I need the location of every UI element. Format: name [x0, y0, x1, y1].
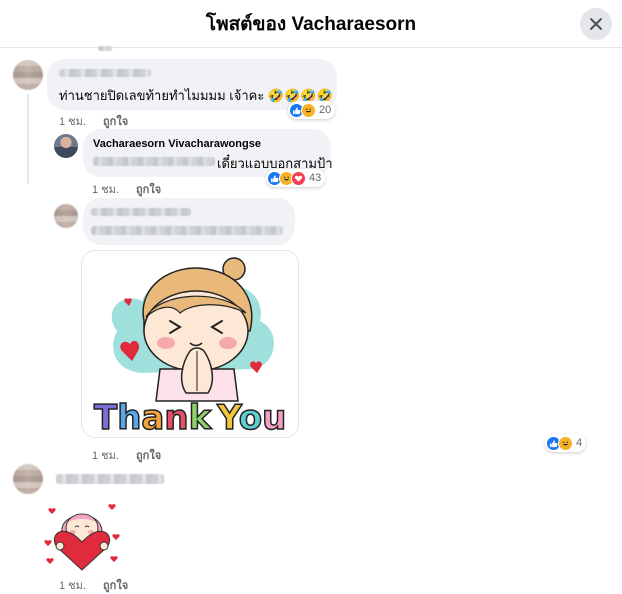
avatar[interactable]: [13, 60, 43, 90]
reaction-count: 43: [309, 172, 322, 184]
reaction-summary[interactable]: 43: [266, 169, 326, 187]
reaction-count: 20: [319, 104, 332, 116]
like-link[interactable]: ถูกใจ: [103, 116, 128, 128]
comment-meta: 1 ชม. ถูกใจ: [59, 112, 142, 130]
comment-author-redacted[interactable]: [56, 474, 164, 484]
comment-timestamp[interactable]: 1 ชม.: [59, 116, 86, 128]
comment-meta: 1 ชม. ถูกใจ: [59, 576, 142, 594]
mentioned-name-redacted[interactable]: [93, 157, 215, 166]
reaction-summary[interactable]: 20: [288, 101, 336, 119]
haha-reaction-icon: [558, 435, 573, 451]
sticker-text: Thank You: [94, 398, 286, 438]
cropped-previous-content: [98, 46, 112, 51]
reaction-count: 4: [576, 437, 583, 449]
like-link[interactable]: ถูกใจ: [136, 450, 161, 462]
comment-author[interactable]: Vacharaesorn Vivacharawongse: [93, 138, 261, 150]
love-reaction-icon: [291, 170, 306, 186]
comment-author-redacted[interactable]: [59, 69, 151, 77]
haha-reaction-icon: [301, 102, 316, 118]
heart-girl-sticker[interactable]: [44, 500, 120, 572]
reply-thread-line: [27, 94, 29, 184]
thank-you-sticker-illustration: Thank You: [93, 257, 287, 438]
heart-girl-sticker-illustration: [44, 504, 120, 571]
comment-timestamp[interactable]: 1 ชม.: [59, 580, 86, 592]
like-link[interactable]: ถูกใจ: [136, 184, 161, 196]
comment-text-redacted: [91, 226, 283, 235]
comment-meta: 1 ชม. ถูกใจ: [92, 180, 175, 198]
like-link[interactable]: ถูกใจ: [103, 580, 128, 592]
comment-author-redacted[interactable]: [91, 208, 191, 216]
close-button[interactable]: [580, 8, 612, 40]
dialog-title: โพสต์ของ Vacharaesorn: [205, 13, 417, 35]
reaction-summary[interactable]: 4: [545, 434, 587, 452]
avatar[interactable]: [54, 134, 78, 158]
post-dialog-header: โพสต์ของ Vacharaesorn: [0, 0, 622, 48]
comment-timestamp[interactable]: 1 ชม.: [92, 184, 119, 196]
thank-you-sticker[interactable]: Thank You: [81, 250, 299, 438]
close-icon: [590, 18, 602, 30]
avatar[interactable]: [54, 204, 78, 228]
comment-bubble: [83, 198, 295, 245]
avatar[interactable]: [13, 464, 43, 494]
comment-meta: 1 ชม. ถูกใจ: [92, 446, 175, 464]
comment-timestamp[interactable]: 1 ชม.: [92, 450, 119, 462]
